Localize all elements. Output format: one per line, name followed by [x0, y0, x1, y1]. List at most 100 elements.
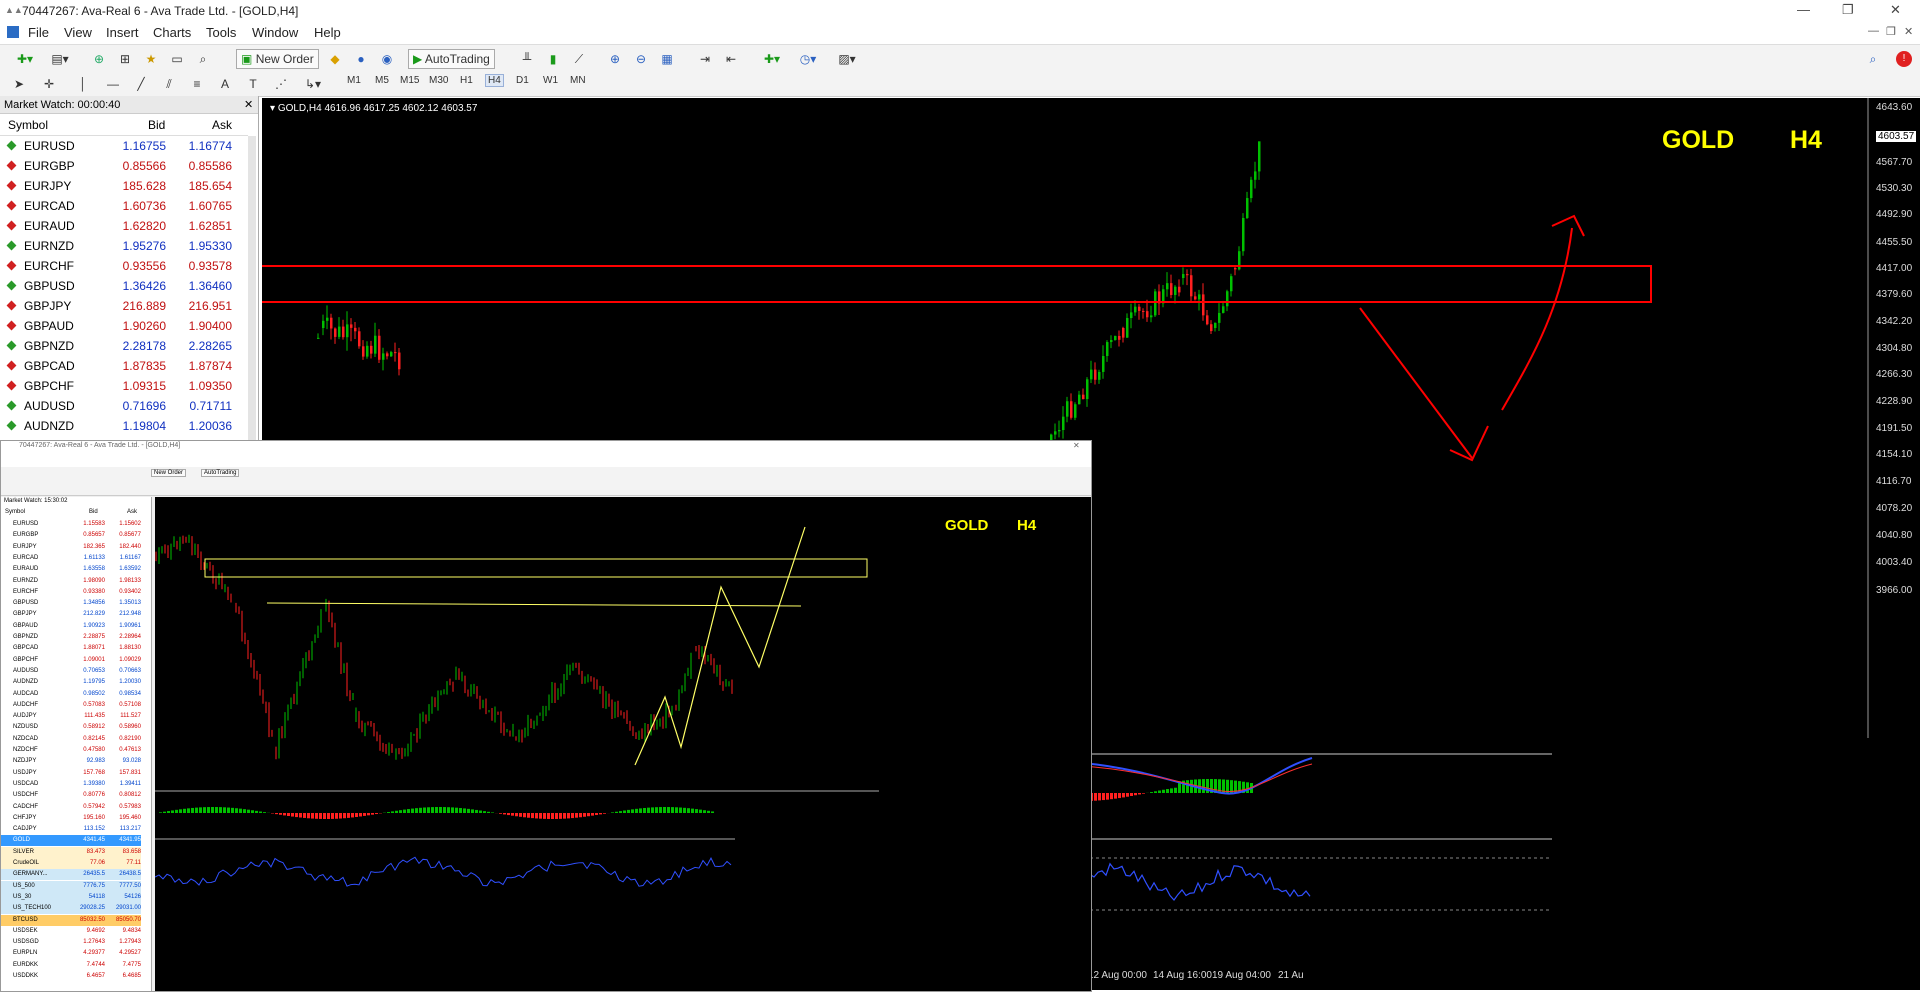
close-icon[interactable]: ✕: [1890, 2, 1901, 18]
menu-file[interactable]: File: [28, 25, 49, 40]
tf-h4[interactable]: H4: [485, 74, 504, 87]
menu-help[interactable]: Help: [314, 25, 341, 40]
inset-macd-bar: [455, 808, 458, 813]
tf-m5[interactable]: M5: [375, 75, 389, 86]
new-order-button[interactable]: ▣ New Order: [236, 49, 319, 69]
channel-icon[interactable]: ⫽: [160, 74, 178, 94]
col-ask[interactable]: Ask: [212, 118, 232, 132]
profiles-icon[interactable]: ▤▾: [44, 49, 76, 69]
inset-macd-bar: [339, 813, 342, 819]
tile-windows-icon[interactable]: ▦: [656, 49, 678, 69]
bid-cell: 185.628: [110, 176, 166, 196]
templates-icon[interactable]: ▨▾: [832, 49, 862, 69]
inset-bid-cell: 0.82145: [71, 734, 105, 745]
restore-icon[interactable]: ❐: [1842, 2, 1854, 18]
market-watch-scrollbar[interactable]: [248, 136, 256, 440]
market-watch-row[interactable]: EURCAD1.607361.60765: [0, 196, 248, 216]
down-arrow-icon: [7, 361, 17, 371]
terminal-icon[interactable]: ▭: [166, 49, 188, 69]
doc-close-icon[interactable]: ✕: [1904, 25, 1913, 38]
notification-badge[interactable]: !: [1896, 51, 1912, 67]
horizontal-line-icon[interactable]: —: [104, 74, 122, 94]
navigator-icon[interactable]: ★: [140, 49, 162, 69]
indicators-icon[interactable]: ✚▾: [758, 49, 786, 69]
market-watch-row[interactable]: EURGBP0.855660.85586: [0, 156, 248, 176]
bar-chart-icon[interactable]: ╨: [516, 49, 538, 69]
inset-row: BTCUSD85032.5085050.70: [1, 915, 141, 926]
market-watch-row[interactable]: GBPNZD2.281782.28265: [0, 336, 248, 356]
market-watch-row[interactable]: EURJPY185.628185.654: [0, 176, 248, 196]
crosshair-icon[interactable]: ✛: [40, 74, 58, 94]
inset-bid-cell: 1.90923: [71, 621, 105, 632]
tf-m15[interactable]: M15: [400, 75, 419, 86]
market-watch-icon[interactable]: ⊕: [88, 49, 110, 69]
menu-view[interactable]: View: [64, 25, 92, 40]
candlestick-icon[interactable]: ▮: [542, 49, 564, 69]
signals-icon[interactable]: ●: [350, 49, 372, 69]
inset-macd-bar: [659, 807, 662, 813]
doc-restore-icon[interactable]: ❐: [1886, 25, 1896, 38]
periods-icon[interactable]: ◷▾: [794, 49, 822, 69]
inset-macd-bar: [215, 807, 218, 813]
zoom-out-icon[interactable]: ⊖: [630, 49, 652, 69]
candle: [1222, 306, 1225, 313]
text-tool-icon[interactable]: A: [216, 74, 234, 94]
trendline-icon[interactable]: ╱: [132, 74, 150, 94]
minimize-icon[interactable]: —: [1797, 2, 1810, 17]
autotrading-button[interactable]: ▶ AutoTrading: [408, 49, 495, 69]
arrows-icon[interactable]: ↳▾: [300, 74, 326, 94]
inset-symbol-cell: US_TECH100: [13, 903, 51, 914]
market-watch-row[interactable]: GBPCHF1.093151.09350: [0, 376, 248, 396]
fibonacci-icon[interactable]: ≡: [188, 74, 206, 94]
autoscroll-icon[interactable]: ⇤: [720, 49, 742, 69]
macd-bar: [1134, 793, 1137, 795]
zoom-in-icon[interactable]: ⊕: [604, 49, 626, 69]
search-icon[interactable]: ⌕: [1862, 49, 1884, 69]
menu-charts[interactable]: Charts: [153, 25, 191, 40]
macd-bar: [1202, 779, 1205, 793]
market-watch-row[interactable]: GBPJPY216.889216.951: [0, 296, 248, 316]
metaeditor-icon[interactable]: ◆: [324, 49, 346, 69]
market-watch-row[interactable]: GBPAUD1.902601.90400: [0, 316, 248, 336]
market-watch-row[interactable]: EURCHF0.935560.93578: [0, 256, 248, 276]
market-watch-row[interactable]: EURUSD1.167551.16774: [0, 136, 248, 156]
menu-insert[interactable]: Insert: [106, 25, 139, 40]
inset-macd-bar: [363, 813, 366, 816]
candle: [1126, 318, 1129, 338]
label-tool-icon[interactable]: T: [244, 74, 262, 94]
menu-tools[interactable]: Tools: [206, 25, 236, 40]
new-chart-icon[interactable]: ✚▾: [10, 49, 40, 69]
menu-window[interactable]: Window: [252, 25, 298, 40]
cursor-icon[interactable]: ➤: [10, 74, 28, 94]
new-order-label: New Order: [256, 52, 314, 66]
strategy-tester-icon[interactable]: ⌕: [192, 49, 214, 69]
market-watch-row[interactable]: AUDUSD0.716960.71711: [0, 396, 248, 416]
line-chart-icon[interactable]: ⟋: [568, 49, 590, 69]
symbol-cell: EURJPY: [24, 176, 71, 196]
gann-icon[interactable]: ⋰: [272, 74, 290, 94]
doc-minimize-icon[interactable]: —: [1868, 25, 1879, 37]
market-watch-row[interactable]: GBPUSD1.364261.36460: [0, 276, 248, 296]
col-bid[interactable]: Bid: [148, 118, 165, 132]
inset-macd-bar: [283, 813, 286, 815]
inset-macd-bar: [391, 811, 394, 813]
tf-mn[interactable]: MN: [570, 75, 586, 86]
inset-macd-bar: [415, 808, 418, 813]
tf-h1[interactable]: H1: [460, 75, 473, 86]
market-watch-row[interactable]: EURNZD1.952761.95330: [0, 236, 248, 256]
tf-m1[interactable]: M1: [347, 75, 361, 86]
market-watch-panel: Market Watch: 00:00:40 ✕ Symbol Bid Ask …: [0, 96, 259, 440]
tf-w1[interactable]: W1: [543, 75, 558, 86]
tf-d1[interactable]: D1: [516, 75, 529, 86]
inset-row: CADJPY113.152113.217: [1, 824, 141, 835]
market-watch-close-icon[interactable]: ✕: [244, 96, 253, 114]
market-watch-row[interactable]: EURAUD1.628201.62851: [0, 216, 248, 236]
col-symbol[interactable]: Symbol: [8, 118, 48, 132]
market-watch-row[interactable]: AUDNZD1.198041.20036: [0, 416, 248, 436]
chart-shift-icon[interactable]: ⇥: [694, 49, 716, 69]
tf-m30[interactable]: M30: [429, 75, 448, 86]
market-watch-row[interactable]: GBPCAD1.878351.87874: [0, 356, 248, 376]
data-window-icon[interactable]: ⊞: [114, 49, 136, 69]
vps-icon[interactable]: ◉: [376, 49, 398, 69]
vertical-line-icon[interactable]: │: [76, 74, 90, 94]
